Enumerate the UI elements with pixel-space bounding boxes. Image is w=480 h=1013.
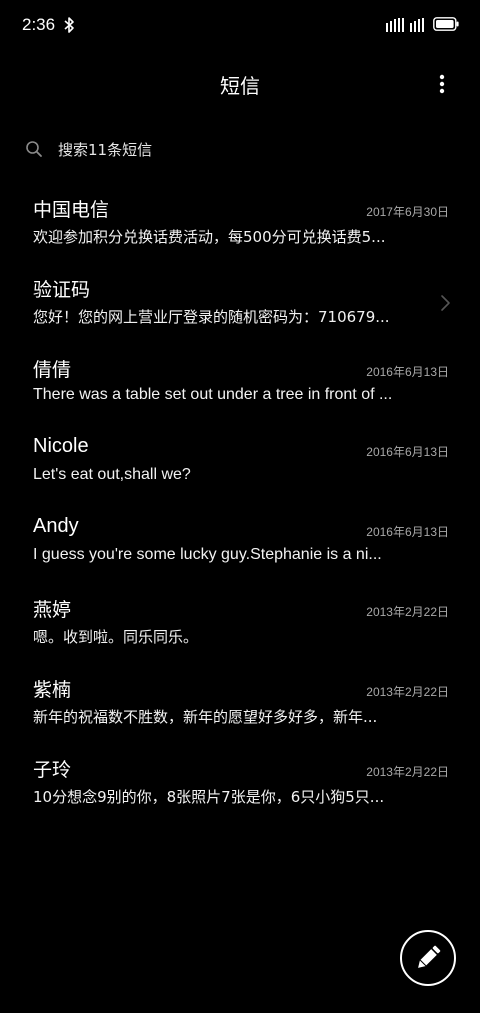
- search-input[interactable]: 搜索11条短信: [58, 139, 152, 160]
- message-item[interactable]: 中国电信 2017年6月30日 欢迎参加积分兑换话费活动，每500分可兑换话费5…: [0, 183, 480, 263]
- message-item[interactable]: 验证码 您好！您的网上营业厅登录的随机密码为：710679...: [0, 263, 480, 343]
- message-sender: Andy: [33, 515, 79, 537]
- message-preview: 嗯。收到啦。同乐同乐。: [33, 628, 199, 646]
- message-date: 2013年2月22日: [366, 765, 449, 779]
- message-preview: There was a table set out under a tree i…: [33, 386, 393, 403]
- more-options-button[interactable]: [426, 68, 458, 100]
- message-sender: 验证码: [33, 279, 91, 301]
- message-date: 2017年6月30日: [366, 205, 449, 219]
- message-item[interactable]: Nicole 2016年6月13日 Let's eat out,shall we…: [0, 423, 480, 503]
- message-date: 2016年6月13日: [366, 525, 449, 539]
- message-preview: 您好！您的网上营业厅登录的随机密码为：710679...: [33, 308, 390, 326]
- message-item[interactable]: Andy 2016年6月13日 I guess you're some luck…: [0, 503, 480, 583]
- message-item[interactable]: 倩倩 2016年6月13日 There was a table set out …: [0, 343, 480, 423]
- message-date: 2013年2月22日: [366, 685, 449, 699]
- message-sender: 中国电信: [33, 199, 110, 221]
- message-date: 2013年2月22日: [366, 605, 449, 619]
- signal-icon: [386, 18, 424, 32]
- page-title: 短信: [220, 74, 260, 98]
- message-preview: I guess you're some lucky guy.Stephanie …: [33, 546, 382, 563]
- header: 短信: [0, 52, 480, 116]
- message-list: 中国电信 2017年6月30日 欢迎参加积分兑换话费活动，每500分可兑换话费5…: [0, 183, 480, 823]
- message-item[interactable]: 燕婷 2013年2月22日 嗯。收到啦。同乐同乐。: [0, 583, 480, 663]
- bluetooth-icon: [64, 17, 74, 33]
- search-bar[interactable]: 搜索11条短信: [0, 126, 480, 172]
- search-icon: [26, 141, 42, 157]
- message-item[interactable]: 子玲 2013年2月22日 10分想念9别的你，8张照片7张是你，6只小狗5只.…: [0, 743, 480, 823]
- compose-button[interactable]: [400, 930, 456, 986]
- battery-icon: [433, 17, 459, 31]
- message-item[interactable]: 紫楠 2013年2月22日 新年的祝福数不胜数，新年的愿望好多好多，新年...: [0, 663, 480, 743]
- status-time: 2:36: [22, 15, 56, 34]
- message-date: 2016年6月13日: [366, 445, 449, 459]
- message-sender: 倩倩: [33, 359, 72, 381]
- message-preview: 欢迎参加积分兑换话费活动，每500分可兑换话费5...: [33, 228, 386, 246]
- message-sender: 燕婷: [33, 599, 72, 621]
- more-vertical-icon: [439, 74, 445, 94]
- status-bar: 2:36: [0, 0, 480, 52]
- message-preview: 10分想念9别的你，8张照片7张是你，6只小狗5只...: [33, 788, 385, 806]
- message-date: 2016年6月13日: [366, 365, 449, 379]
- message-sender: 紫楠: [33, 679, 72, 701]
- message-preview: 新年的祝福数不胜数，新年的愿望好多好多，新年...: [33, 708, 378, 726]
- chevron-right-icon[interactable]: [439, 294, 451, 312]
- message-preview: Let's eat out,shall we?: [33, 466, 191, 483]
- message-sender: Nicole: [33, 435, 89, 457]
- message-sender: 子玲: [33, 759, 72, 781]
- pencil-icon: [418, 945, 441, 968]
